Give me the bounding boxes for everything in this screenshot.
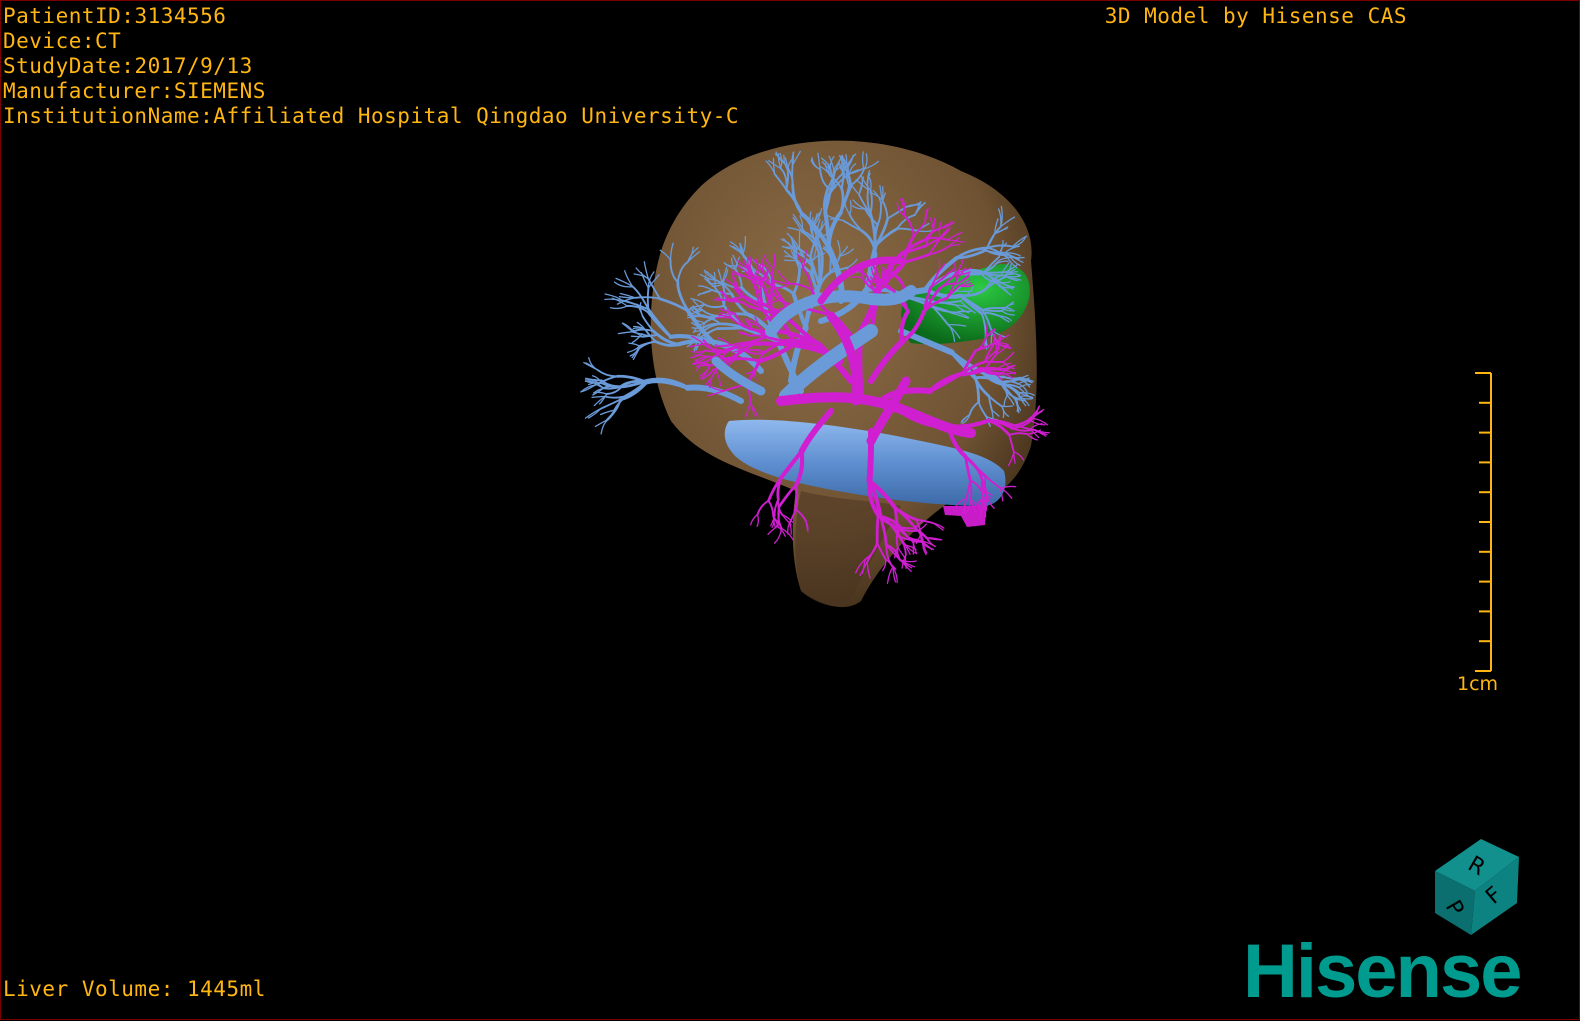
- device-row: Device:CT: [3, 29, 739, 54]
- hisense-logo: Hisense: [1241, 931, 1576, 1011]
- hepatic-artery-branch: [796, 485, 797, 509]
- portal-vein-branch: [629, 343, 639, 346]
- patient-id-value: 3134556: [134, 4, 226, 29]
- hepatic-artery-branch: [769, 501, 774, 517]
- hepatic-artery-branch: [775, 529, 782, 544]
- portal-vein-branch: [622, 323, 633, 332]
- hepatic-artery-branch: [982, 480, 983, 499]
- portal-vein-branch: [632, 334, 642, 343]
- liver-volume-readout: Liver Volume: 1445ml: [3, 977, 266, 1002]
- portal-vein-branch: [611, 306, 628, 308]
- device-label: Device:: [3, 29, 95, 54]
- portal-vein-branch: [1002, 406, 1013, 407]
- hepatic-artery-branch: [980, 368, 998, 369]
- hepatic-artery-branch: [753, 344, 794, 345]
- portal-vein-branch: [984, 272, 1005, 273]
- portal-vein-branch: [586, 409, 601, 418]
- hepatic-artery-branch: [758, 501, 769, 515]
- hepatic-artery-branch: [788, 524, 790, 534]
- portal-vein-branch: [982, 310, 1002, 311]
- study-date-label: StudyDate:: [3, 54, 134, 79]
- portal-vein-branch: [618, 332, 633, 334]
- hepatic-artery-branch: [970, 480, 971, 499]
- institution-label: InstitutionName:: [3, 104, 213, 129]
- liver-3d-model[interactable]: [1, 1, 1580, 1021]
- portal-vein-branch: [598, 370, 618, 376]
- dicom-info-panel: PatientID:3134556 Device:CT StudyDate:20…: [3, 4, 739, 129]
- scale-bar-label: 1cm: [1457, 673, 1498, 695]
- portal-vein-branch: [783, 247, 795, 248]
- hepatic-artery-branch: [757, 514, 758, 526]
- hepatic-artery-branch: [751, 514, 758, 524]
- orientation-cube[interactable]: R F P: [1421, 831, 1531, 941]
- hepatic-artery-branch: [888, 567, 894, 583]
- hepatic-artery-branch: [877, 515, 878, 543]
- patient-id-label: PatientID:: [3, 4, 134, 29]
- portal-vein-branch: [633, 330, 653, 332]
- portal-vein-branch: [605, 396, 625, 397]
- institution-row: InstitutionName:Affiliated Hospital Qing…: [3, 104, 739, 129]
- hepatic-artery-branch: [714, 300, 728, 301]
- manufacturer-value: SIEMENS: [174, 79, 266, 104]
- study-date-value: 2017/9/13: [134, 54, 252, 79]
- manufacturer-row: Manufacturer:SIEMENS: [3, 79, 739, 104]
- portal-vein-branch: [819, 252, 820, 285]
- hepatic-artery-branch: [779, 485, 796, 507]
- portal-vein-branch: [627, 306, 649, 313]
- institution-value: Affiliated Hospital Qingdao University-C: [213, 104, 739, 129]
- hisense-logo-text: Hisense: [1243, 931, 1521, 1011]
- model-credit: 3D Model by Hisense CAS: [1105, 4, 1407, 29]
- 3d-viewport[interactable]: PatientID:3134556 Device:CT StudyDate:20…: [0, 0, 1580, 1020]
- manufacturer-label: Manufacturer:: [3, 79, 174, 104]
- study-date-row: StudyDate:2017/9/13: [3, 54, 739, 79]
- device-value: CT: [95, 29, 121, 54]
- patient-id-row: PatientID:3134556: [3, 4, 739, 29]
